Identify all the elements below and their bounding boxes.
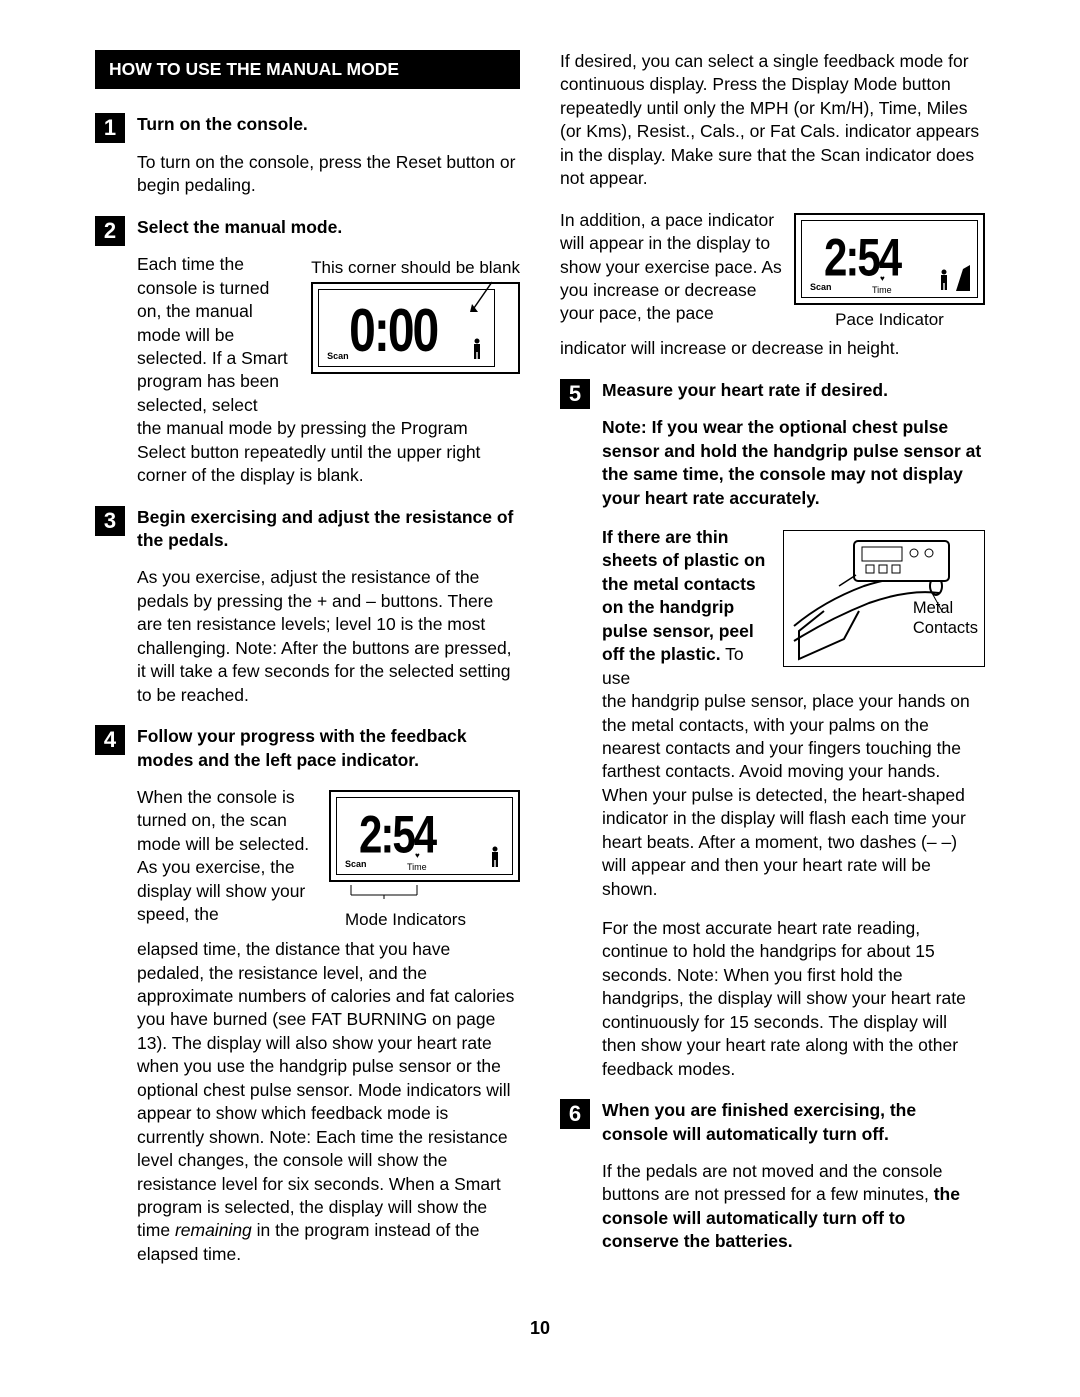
step-5: 5 Measure your heart rate if desired. No…	[560, 379, 985, 1081]
step-4-continued-para3: 2:54 Scan ♥ Time	[560, 209, 985, 361]
scan-label: Scan	[345, 858, 367, 870]
display-readout: 0:00	[349, 292, 437, 372]
step-number: 4	[95, 725, 125, 755]
step-5-tail: the handgrip pulse sensor, place your ha…	[602, 691, 970, 899]
figure-caption: This corner should be blank	[311, 257, 520, 278]
person-icon	[470, 338, 484, 360]
time-label: Time	[872, 284, 892, 296]
step-title: Select the manual mode.	[137, 216, 520, 239]
display-figure-blank-corner: This corner should be blank 0:00 Scan	[311, 257, 520, 374]
display-readout: 2:54	[824, 223, 900, 293]
step-4-continued-para2: If desired, you can select a single feed…	[560, 50, 985, 191]
step-lead-text: Each time the console is turned on, the …	[137, 254, 288, 415]
step-body: This corner should be blank 0:00 Scan	[137, 253, 520, 487]
figure-caption: Mode Indicators	[329, 909, 520, 932]
step-3: 3 Begin exercising and adjust the resist…	[95, 506, 520, 708]
display-figure-mode-indicators: 2:54 Scan ♥ Time	[329, 790, 520, 932]
handgrip-figure: Metal Contacts	[783, 530, 985, 667]
display-figure-pace-indicator: 2:54 Scan ♥ Time	[794, 213, 985, 332]
person-icon	[488, 846, 502, 868]
step-number: 1	[95, 113, 125, 143]
step-title: When you are finished exercising, the co…	[602, 1099, 985, 1146]
two-column-layout: HOW TO USE THE MANUAL MODE 1 Turn on the…	[95, 50, 985, 1284]
step-6: 6 When you are finished exercising, the …	[560, 1099, 985, 1254]
step-5-note: Note: If you wear the optional chest pul…	[602, 416, 985, 510]
right-column: If desired, you can select a single feed…	[560, 50, 985, 1284]
pace-bars-icon	[953, 263, 973, 293]
step-tail-text-1: elapsed time, the distance that you have…	[137, 939, 514, 1240]
step-5-para2: For the most accurate heart rate reading…	[602, 917, 985, 1081]
para3-tail: indicator will increase or decrease in h…	[560, 338, 899, 358]
left-column: HOW TO USE THE MANUAL MODE 1 Turn on the…	[95, 50, 520, 1284]
step-title: Begin exercising and adjust the resistan…	[137, 506, 520, 553]
manual-page: HOW TO USE THE MANUAL MODE 1 Turn on the…	[0, 0, 1080, 1379]
step-number: 2	[95, 216, 125, 246]
scan-label: Scan	[810, 281, 832, 293]
indicator-lines	[329, 885, 519, 899]
step-body: To turn on the console, press the Reset …	[137, 151, 520, 198]
step-number: 3	[95, 506, 125, 536]
step-6-plain: If the pedals are not moved and the cons…	[602, 1161, 943, 1204]
italic-word: remaining	[175, 1220, 252, 1240]
step-title: Follow your progress with the feedback m…	[137, 725, 520, 772]
step-1: 1 Turn on the console. To turn on the co…	[95, 113, 520, 197]
page-number: 10	[95, 1318, 985, 1339]
figure-caption: Pace Indicator	[794, 309, 985, 332]
step-2: 2 Select the manual mode. This corner sh…	[95, 216, 520, 488]
metal-contacts-label: Metal Contacts	[913, 599, 978, 639]
step-4: 4 Follow your progress with the feedback…	[95, 725, 520, 1266]
step-lead-text: When the console is turned on, the scan …	[137, 787, 309, 924]
step-number: 5	[560, 379, 590, 409]
step-body: If the pedals are not moved and the cons…	[602, 1160, 985, 1254]
step-number: 6	[560, 1099, 590, 1129]
arrow-icon	[470, 280, 500, 320]
scan-label: Scan	[327, 350, 349, 362]
section-header: HOW TO USE THE MANUAL MODE	[95, 50, 520, 89]
display-readout: 2:54	[359, 800, 435, 870]
step-body: Note: If you wear the optional chest pul…	[602, 416, 985, 1081]
step-title: Measure your heart rate if desired.	[602, 379, 985, 402]
time-label: Time	[407, 861, 427, 873]
person-icon	[937, 269, 951, 291]
para3-lead: In addition, a pace indicator will appea…	[560, 210, 782, 324]
step-body: 2:54 Scan ♥ Time	[137, 786, 520, 1266]
step-title: Turn on the console.	[137, 113, 520, 136]
step-body: As you exercise, adjust the resistance o…	[137, 566, 520, 707]
step-tail-text: the manual mode by pressing the Program …	[137, 418, 480, 485]
